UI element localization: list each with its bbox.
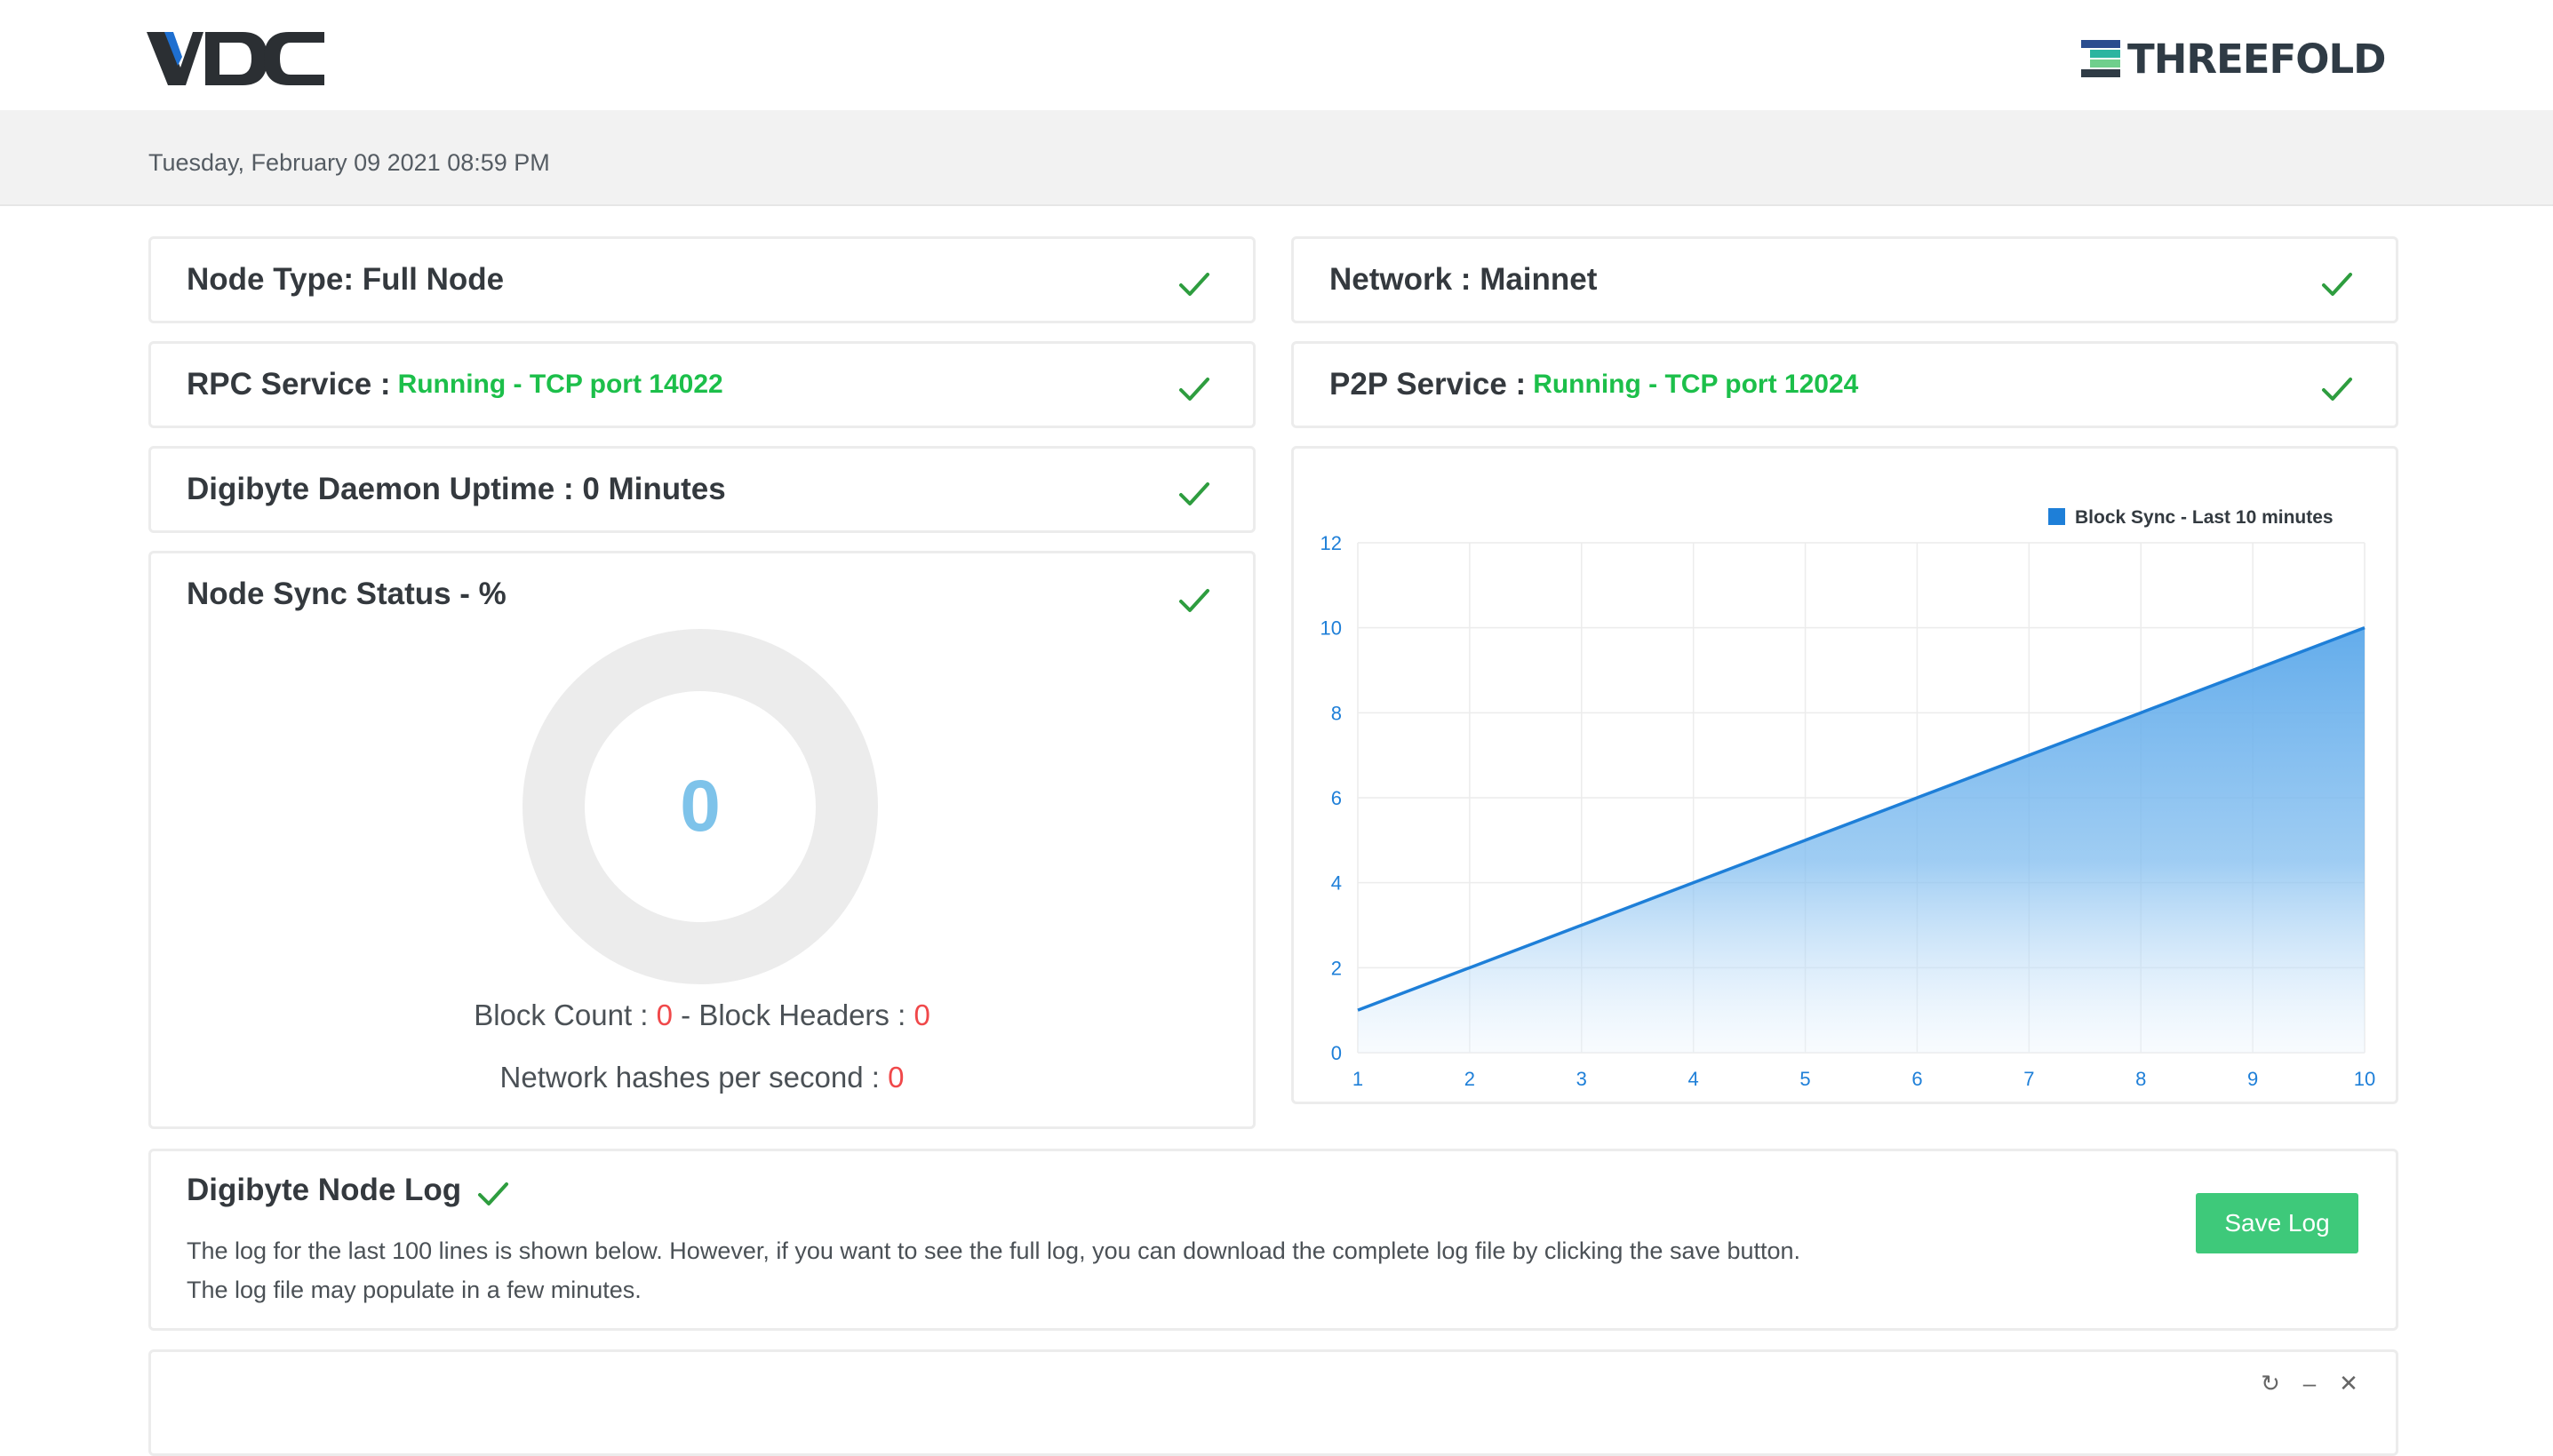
network-card: Network : Mainnet [1291, 236, 2398, 323]
check-icon [1178, 271, 1210, 298]
uptime-label: Digibyte Daemon Uptime : 0 Minutes [187, 449, 726, 530]
save-log-button[interactable]: Save Log [2196, 1193, 2358, 1253]
chart-y-tick-label: 2 [1331, 957, 1342, 979]
node-log-title: Digibyte Node Log [187, 1173, 461, 1208]
node-log-description-line-1: The log for the last 100 lines is shown … [187, 1231, 1800, 1270]
check-icon [1178, 587, 1210, 614]
block-separator: - [681, 999, 690, 1031]
chart-x-tick-label: 2 [1464, 1068, 1475, 1090]
sync-donut-chart: 0 [523, 629, 878, 984]
p2p-service-label: P2P Service : Running - TCP port 12024 [1329, 344, 1858, 426]
close-icon[interactable]: ✕ [2337, 1372, 2360, 1395]
check-icon [1178, 376, 1210, 402]
block-count-value: 0 [657, 999, 673, 1031]
date-bar: Tuesday, February 09 2021 08:59 PM [0, 110, 2553, 206]
rpc-service-label: RPC Service : Running - TCP port 14022 [187, 344, 723, 426]
block-count-label: Block Count : [474, 999, 648, 1031]
chart-y-tick-label: 0 [1331, 1042, 1342, 1064]
chart-x-tick-label: 4 [1688, 1068, 1699, 1090]
rpc-service-card: RPC Service : Running - TCP port 14022 [148, 341, 1256, 428]
chart-area-fill [1358, 628, 2365, 1053]
current-datetime: Tuesday, February 09 2021 08:59 PM [148, 149, 550, 177]
hashes-value: 0 [888, 1061, 904, 1094]
refresh-icon[interactable]: ↻ [2259, 1372, 2282, 1395]
chart-y-tick-label: 8 [1331, 702, 1342, 724]
check-icon [1178, 481, 1210, 507]
log-output-panel: ↻ – ✕ [148, 1349, 2398, 1456]
rpc-service-status: Running - TCP port 14022 [398, 370, 723, 400]
chart-legend-swatch [2048, 508, 2065, 525]
minimize-icon[interactable]: – [2298, 1372, 2321, 1395]
node-log-description: The log for the last 100 lines is shown … [187, 1231, 1800, 1309]
threefold-logo[interactable]: THREEFOLD [2081, 34, 2386, 84]
threefold-wordmark: THREEFOLD [2127, 36, 2386, 83]
node-sync-card: Node Sync Status - % 0 Block Count : 0 -… [148, 551, 1256, 1129]
network-label: Network : Mainnet [1329, 239, 1597, 321]
log-panel-controls: ↻ – ✕ [2259, 1372, 2360, 1395]
chart-x-tick-label: 7 [2023, 1068, 2034, 1090]
hashes-line: Network hashes per second : 0 [151, 1061, 1253, 1094]
rpc-service-title: RPC Service : [187, 367, 391, 402]
threefold-mark-icon [2081, 40, 2120, 77]
chart-x-tick-label: 10 [2354, 1068, 2375, 1090]
sync-percent: 0 [523, 629, 878, 984]
chart-x-tick-label: 1 [1352, 1068, 1363, 1090]
p2p-service-card: P2P Service : Running - TCP port 12024 [1291, 341, 2398, 428]
chart-y-tick-label: 6 [1331, 787, 1342, 809]
chart-x-tick-label: 3 [1576, 1068, 1587, 1090]
chart-x-tick-label: 5 [1799, 1068, 1810, 1090]
node-sync-title: Node Sync Status - % [187, 577, 507, 612]
chart-x-tick-label: 8 [2135, 1068, 2146, 1090]
block-headers-label: Block Headers : [698, 999, 906, 1031]
block-sync-chart-card: 02468101212345678910Block Sync - Last 10… [1291, 446, 2398, 1104]
p2p-service-title: P2P Service : [1329, 367, 1526, 402]
check-icon [2321, 271, 2353, 298]
chart-legend-label: Block Sync - Last 10 minutes [2075, 507, 2334, 528]
check-icon [477, 1181, 509, 1207]
chart-y-tick-label: 10 [1320, 617, 1342, 640]
node-log-card: Digibyte Node Log The log for the last 1… [148, 1149, 2398, 1331]
node-log-description-line-2: The log file may populate in a few minut… [187, 1270, 1800, 1309]
uptime-card: Digibyte Daemon Uptime : 0 Minutes [148, 446, 1256, 533]
top-bar: THREEFOLD [0, 0, 2553, 110]
hashes-label: Network hashes per second : [500, 1061, 880, 1094]
chart-y-tick-label: 12 [1320, 532, 1342, 554]
block-headers-value: 0 [913, 999, 929, 1031]
check-icon [2321, 376, 2353, 402]
node-type-label: Node Type: Full Node [187, 239, 504, 321]
chart-x-tick-label: 9 [2247, 1068, 2258, 1090]
block-count-line: Block Count : 0 - Block Headers : 0 [151, 999, 1253, 1032]
block-sync-chart: 02468101212345678910Block Sync - Last 10… [1294, 449, 2396, 1102]
vdc-logo[interactable] [147, 27, 329, 91]
p2p-service-status: Running - TCP port 12024 [1533, 370, 1858, 400]
node-log-title-row: Digibyte Node Log [187, 1173, 509, 1208]
chart-x-tick-label: 6 [1911, 1068, 1922, 1090]
chart-y-tick-label: 4 [1331, 872, 1342, 895]
node-type-card: Node Type: Full Node [148, 236, 1256, 323]
